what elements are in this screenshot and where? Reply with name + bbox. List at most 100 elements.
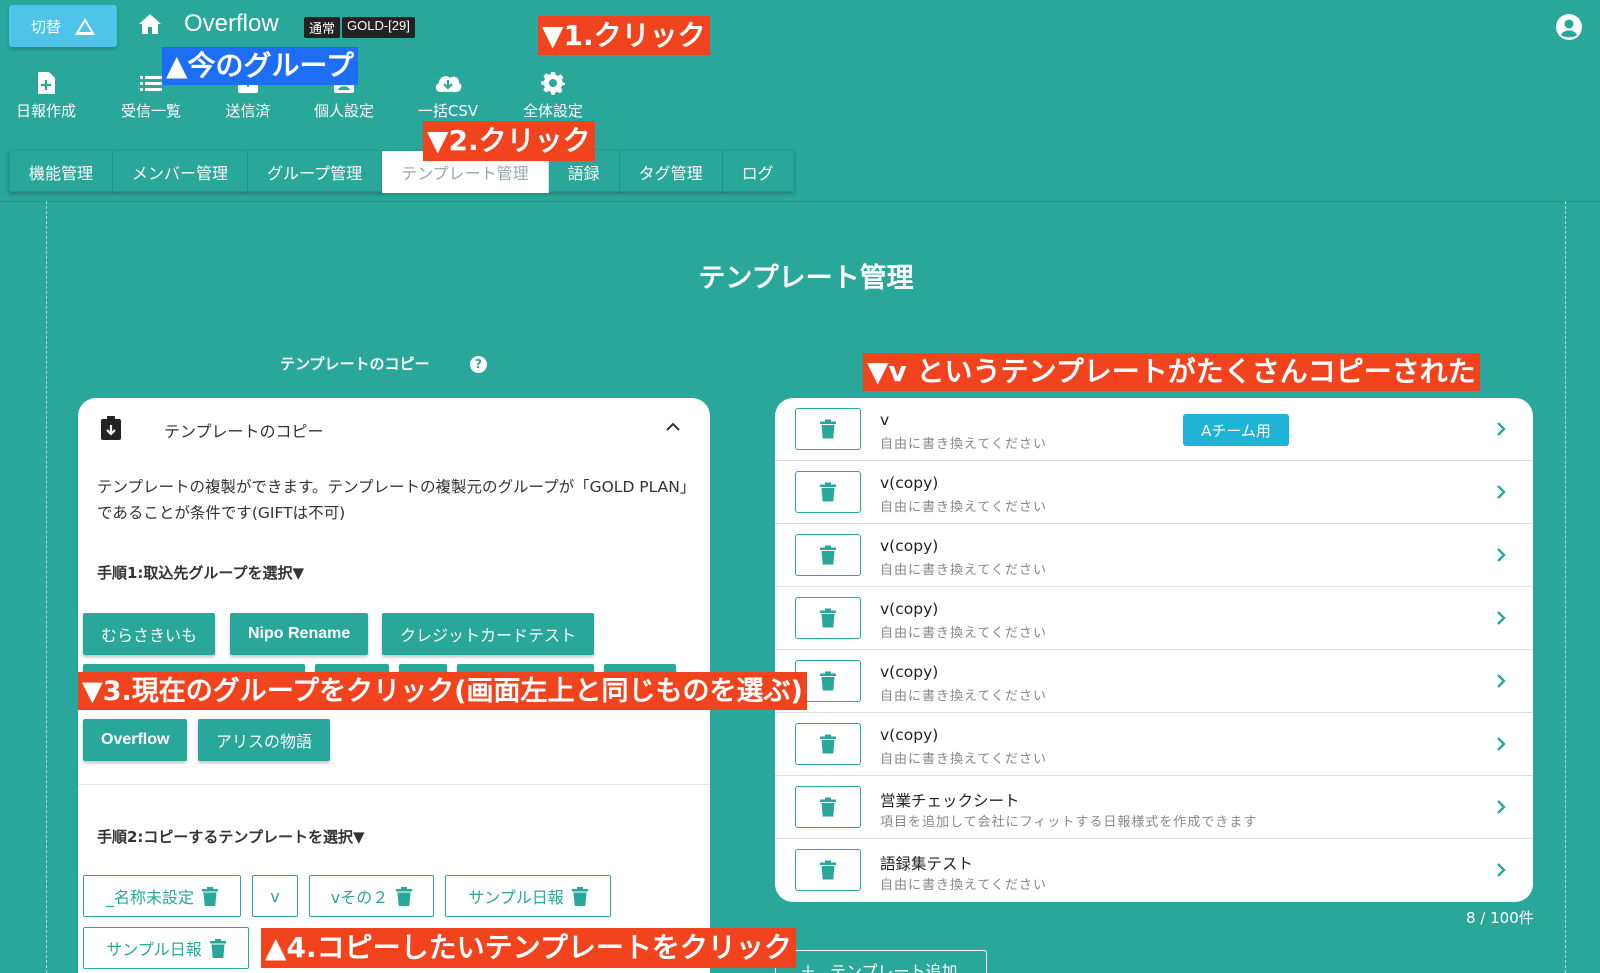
nav-global-settings[interactable]: 全体設定 bbox=[516, 68, 590, 121]
template-row[interactable]: v(copy) 自由に書き換えてください bbox=[775, 524, 1533, 587]
chevron-right-icon[interactable] bbox=[1495, 609, 1507, 627]
plus-icon: ＋ bbox=[800, 962, 817, 973]
content-border-right bbox=[1565, 201, 1566, 973]
switch-button[interactable]: 切替 bbox=[9, 5, 117, 47]
chevron-right-icon[interactable] bbox=[1495, 546, 1507, 564]
template-label: v bbox=[270, 886, 280, 906]
template-copy-button[interactable]: v bbox=[252, 875, 298, 917]
template-desc: 自由に書き換えてください bbox=[880, 752, 1047, 767]
tab-log[interactable]: ログ bbox=[723, 151, 793, 193]
switch-label: 切替 bbox=[30, 17, 61, 36]
triangle-icon bbox=[75, 17, 95, 35]
template-copy-button[interactable]: _名称未設定 bbox=[83, 875, 241, 917]
group-button-overflow[interactable]: Overflow bbox=[83, 719, 188, 761]
template-name: 語録集テスト bbox=[880, 855, 974, 873]
tab-group-management[interactable]: グループ管理 bbox=[248, 151, 383, 193]
chevron-right-icon[interactable] bbox=[1495, 861, 1507, 879]
delete-button[interactable] bbox=[795, 408, 861, 450]
trash-icon bbox=[820, 860, 836, 880]
delete-button[interactable] bbox=[795, 786, 861, 828]
template-tag: Aチーム用 bbox=[1183, 414, 1289, 446]
chevron-right-icon[interactable] bbox=[1495, 483, 1507, 501]
header-divider bbox=[0, 201, 1600, 202]
template-row[interactable]: v(copy) 自由に書き換えてください bbox=[775, 650, 1533, 713]
chevron-right-icon[interactable] bbox=[1495, 735, 1507, 753]
clipboard-download-icon bbox=[101, 416, 121, 440]
nav-label: 全体設定 bbox=[522, 102, 583, 120]
nav-label: 送信済 bbox=[225, 102, 271, 120]
app-title: Overflow bbox=[184, 10, 279, 37]
tab-tag-management[interactable]: タグ管理 bbox=[620, 151, 723, 193]
tab-member-management[interactable]: メンバー管理 bbox=[113, 151, 249, 193]
template-label: _名称未設定 bbox=[105, 888, 194, 907]
chevron-right-icon[interactable] bbox=[1495, 420, 1507, 438]
annotation-copied-note: ▼v というテンプレートがたくさんコピーされた bbox=[863, 353, 1480, 391]
template-label: サンプル日報 bbox=[468, 888, 564, 907]
template-copy-button[interactable]: vその２ bbox=[309, 875, 434, 917]
delete-button[interactable] bbox=[795, 597, 861, 639]
cloud-download-icon bbox=[435, 76, 462, 92]
trash-icon bbox=[820, 482, 836, 502]
template-row[interactable]: v(copy) 自由に書き換えてください bbox=[775, 587, 1533, 650]
trash-icon bbox=[820, 797, 836, 817]
trash-icon bbox=[820, 419, 836, 439]
tab-feature-management[interactable]: 機能管理 bbox=[10, 151, 114, 193]
annotation-step4: ▲4.コピーしたいテンプレートをクリック bbox=[261, 928, 796, 968]
copy-card-title: テンプレートのコピー bbox=[164, 422, 324, 441]
group-button[interactable]: むらさきいも bbox=[83, 613, 216, 655]
step1-label: 手順1:取込先グループを選択▼ bbox=[97, 564, 305, 582]
group-button[interactable]: Nipo Rename bbox=[230, 613, 369, 655]
trash-icon bbox=[820, 608, 836, 628]
template-desc: 自由に書き換えてください bbox=[880, 563, 1047, 578]
nav-create-report[interactable]: 日報作成 bbox=[11, 68, 81, 121]
list-icon bbox=[140, 76, 162, 91]
template-desc: 自由に書き換えてください bbox=[880, 626, 1047, 641]
nav-bulk-csv[interactable]: 一括CSV bbox=[411, 68, 485, 121]
template-row[interactable]: 営業チェックシート 項目を追加して会社にフィットする日報様式を作成できます bbox=[775, 776, 1533, 839]
nav-label: 受信一覧 bbox=[120, 102, 181, 120]
template-name: v(copy) bbox=[880, 726, 939, 744]
trash-icon bbox=[202, 886, 218, 906]
home-icon[interactable] bbox=[137, 12, 163, 36]
badge-mode: 通常 bbox=[304, 17, 341, 38]
template-count: 8 / 100件 bbox=[1466, 909, 1534, 927]
group-button[interactable]: クレジットカードテスト bbox=[382, 613, 595, 655]
chevron-right-icon[interactable] bbox=[1495, 798, 1507, 816]
badge-plan: GOLD-[29] bbox=[342, 17, 415, 38]
template-row[interactable]: v(copy) 自由に書き換えてください bbox=[775, 461, 1533, 524]
template-name: v(copy) bbox=[880, 474, 939, 492]
plan-badges: 通常 GOLD-[29] bbox=[304, 17, 417, 38]
help-icon[interactable]: ? bbox=[470, 356, 487, 373]
file-plus-icon bbox=[38, 72, 55, 94]
template-desc: 自由に書き換えてください bbox=[880, 878, 1047, 893]
delete-button[interactable] bbox=[795, 849, 861, 891]
template-name: v(copy) bbox=[880, 537, 939, 555]
delete-button[interactable] bbox=[795, 534, 861, 576]
add-template-button[interactable]: ＋ テンプレート追加 bbox=[775, 950, 987, 973]
delete-button[interactable] bbox=[795, 723, 861, 765]
copy-section-label: テンプレートのコピー bbox=[280, 355, 430, 373]
account-icon[interactable] bbox=[1555, 13, 1583, 41]
chevron-up-icon[interactable] bbox=[666, 420, 680, 434]
annotation-step2: ▼2.クリック bbox=[423, 121, 595, 161]
template-desc: 項目を追加して会社にフィットする日報様式を作成できます bbox=[880, 815, 1258, 830]
trash-icon bbox=[571, 886, 588, 906]
template-desc: 自由に書き換えてください bbox=[880, 689, 1047, 704]
trash-icon bbox=[820, 671, 836, 691]
template-copy-button[interactable]: サンプル日報 bbox=[83, 927, 249, 969]
group-button[interactable]: アリスの物語 bbox=[198, 719, 331, 761]
delete-button[interactable] bbox=[795, 471, 861, 513]
step2-label: 手順2:コピーするテンプレートを選択▼ bbox=[97, 828, 365, 846]
nav-label: 個人設定 bbox=[313, 102, 374, 120]
template-row[interactable]: 語録集テスト 自由に書き換えてください bbox=[775, 839, 1533, 902]
template-copy-button[interactable]: サンプル日報 bbox=[445, 875, 611, 917]
settings-tabs: 機能管理 メンバー管理 グループ管理 テンプレート管理 語録 タグ管理 ログ bbox=[9, 150, 794, 193]
template-row[interactable]: v 自由に書き換えてください Aチーム用 bbox=[775, 398, 1533, 461]
gear-icon bbox=[541, 72, 565, 95]
copy-description: テンプレートの複製ができます。テンプレートの複製元のグループが「GOLD PLA… bbox=[97, 478, 696, 522]
template-desc: 自由に書き換えてください bbox=[880, 500, 1047, 515]
chevron-right-icon[interactable] bbox=[1495, 672, 1507, 690]
template-row[interactable]: v(copy) 自由に書き換えてください bbox=[775, 713, 1533, 776]
annotation-step1: ▼1.クリック bbox=[538, 16, 710, 55]
nav-label: 日報作成 bbox=[15, 102, 76, 120]
